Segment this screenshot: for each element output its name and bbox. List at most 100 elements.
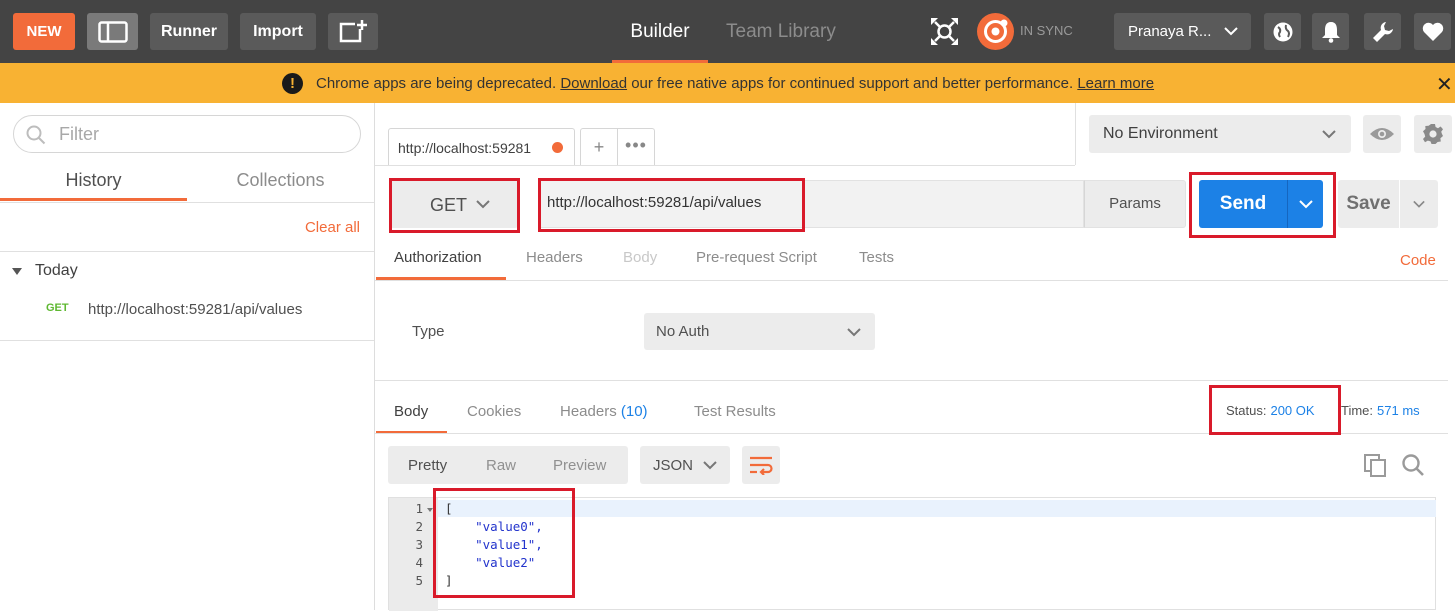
tab-test-results[interactable]: Test Results [694, 403, 776, 420]
search-icon [26, 125, 46, 145]
sidebar-layout-icon [97, 20, 128, 43]
search-icon[interactable] [1401, 453, 1425, 477]
chevron-down-icon [703, 461, 717, 470]
tab-pre-request-script[interactable]: Pre-request Script [696, 249, 817, 266]
format-select[interactable]: JSON [640, 446, 730, 484]
wrap-lines-button[interactable] [742, 446, 780, 484]
highlight-box-send [1189, 172, 1336, 238]
sidebar-toggle-button[interactable] [87, 13, 138, 50]
response-view-toggle: Pretty Raw Preview [388, 446, 628, 484]
banner-text: Chrome apps are being deprecated. [316, 75, 561, 92]
user-menu-button[interactable]: Pranaya R... [1114, 13, 1251, 50]
wrap-lines-icon [750, 456, 773, 475]
new-window-icon [339, 19, 367, 42]
divider [375, 280, 1448, 281]
environment-value: No Environment [1103, 125, 1218, 142]
highlight-box-url [538, 178, 805, 232]
more-tabs-button[interactable]: ••• [618, 128, 655, 166]
globe-button[interactable] [1264, 13, 1301, 50]
active-line-highlight [438, 500, 1436, 517]
tab-history[interactable]: History [0, 165, 187, 201]
runner-button[interactable]: Runner [150, 13, 228, 50]
params-button[interactable]: Params [1084, 180, 1186, 228]
sync-status-icon[interactable] [977, 13, 1014, 50]
settings-button[interactable] [1364, 13, 1401, 50]
history-group-today[interactable]: Today [12, 262, 78, 280]
tab-builder[interactable]: Builder [612, 0, 708, 63]
divider [0, 202, 374, 203]
chevron-down-icon [1224, 27, 1238, 36]
request-tab[interactable]: http://localhost:59281 [388, 128, 575, 166]
highlight-box-method [389, 178, 520, 233]
tab-team-library[interactable]: Team Library [726, 0, 836, 63]
tab-authorization[interactable]: Authorization [394, 249, 482, 266]
learn-more-link[interactable]: Learn more [1077, 75, 1154, 92]
banner-message: Chrome apps are being deprecated. Downlo… [316, 75, 1154, 92]
user-name: Pranaya R... [1128, 23, 1212, 40]
environment-quick-look-button[interactable] [1363, 115, 1401, 153]
interceptor-satellite-icon[interactable] [927, 14, 962, 49]
download-link[interactable]: Download [560, 75, 627, 92]
view-raw[interactable]: Raw [486, 457, 516, 474]
wrench-icon [1372, 21, 1393, 42]
deprecation-banner: ! Chrome apps are being deprecated. Down… [0, 63, 1455, 103]
tab-response-headers[interactable]: Headers (10) [560, 403, 648, 420]
new-button[interactable]: NEW [13, 13, 75, 50]
tab-cookies[interactable]: Cookies [467, 403, 521, 420]
filter-box[interactable] [13, 115, 361, 153]
request-tab-title: http://localhost:59281 [398, 140, 532, 156]
tab-tests[interactable]: Tests [859, 249, 894, 266]
tab-body[interactable]: Body [623, 249, 657, 266]
top-bar: NEW Runner Import Builder Team Library I… [0, 0, 1455, 63]
time-value: 571 ms [1377, 403, 1420, 418]
divider [0, 251, 374, 252]
eye-icon [1370, 128, 1394, 140]
tab-response-body[interactable]: Body [394, 403, 428, 420]
request-tabs: Authorization Headers Body Pre-request S… [375, 241, 1455, 281]
line-number: 3 [415, 537, 423, 552]
divider [375, 165, 1075, 166]
chevron-down-icon [1322, 130, 1336, 139]
new-window-button[interactable] [328, 13, 378, 50]
bell-icon [1321, 21, 1340, 43]
auth-type-label: Type [412, 323, 445, 340]
caret-down-icon [12, 267, 22, 275]
line-number: 5 [415, 573, 423, 588]
clear-all-link[interactable]: Clear all [305, 219, 360, 236]
history-group-label: Today [35, 262, 78, 279]
view-preview[interactable]: Preview [553, 457, 606, 474]
tab-headers[interactable]: Headers [526, 249, 583, 266]
code-link[interactable]: Code [1400, 252, 1436, 269]
add-tab-button[interactable]: + [580, 128, 618, 166]
line-number: 2 [415, 519, 423, 534]
divider [0, 340, 374, 341]
divider [1075, 103, 1076, 165]
gear-icon [1423, 124, 1443, 144]
response-headers-label: Headers [560, 403, 617, 420]
line-number: 1 [415, 501, 423, 516]
filter-input[interactable] [59, 122, 349, 146]
chevron-down-icon [1413, 200, 1425, 208]
response-headers-count: (10) [620, 403, 648, 420]
tab-collections[interactable]: Collections [187, 165, 374, 201]
sync-status-label: IN SYNC [1020, 23, 1073, 38]
environment-select[interactable]: No Environment [1089, 115, 1351, 153]
favorites-button[interactable] [1414, 13, 1451, 50]
save-button[interactable]: Save [1338, 180, 1399, 228]
save-options-button[interactable] [1400, 180, 1438, 228]
history-item-method[interactable]: GET [46, 302, 69, 314]
history-item-url[interactable]: http://localhost:59281/api/values [88, 301, 302, 318]
auth-type-select[interactable]: No Auth [644, 313, 875, 350]
import-button[interactable]: Import [240, 13, 316, 50]
format-value: JSON [653, 457, 694, 474]
manage-environments-button[interactable] [1414, 115, 1452, 153]
close-icon[interactable]: ✕ [1436, 72, 1453, 97]
warning-icon: ! [282, 73, 303, 94]
time-label: Time: [1341, 403, 1374, 418]
copy-icon[interactable] [1363, 453, 1387, 477]
auth-type-value: No Auth [656, 323, 710, 340]
chevron-down-icon [847, 328, 861, 337]
notifications-button[interactable] [1312, 13, 1349, 50]
response-time: Time: 571 ms [1341, 403, 1420, 418]
view-pretty[interactable]: Pretty [408, 457, 447, 474]
